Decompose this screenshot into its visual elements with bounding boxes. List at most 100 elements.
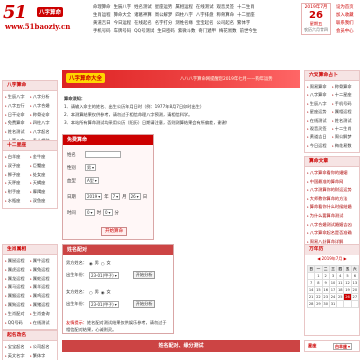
minute-select[interactable]: 0	[102, 209, 113, 216]
article-link[interactable]: 八字测算你的财运运势	[307, 186, 357, 195]
left-menu-item[interactable]: 在线测试	[30, 319, 55, 328]
right-menu-item[interactable]: 称骨算命	[332, 83, 357, 91]
left-menu-item[interactable]: QQ号码	[5, 319, 30, 328]
top-nav-link[interactable]: 紫微斗数	[178, 28, 196, 36]
calendar-day[interactable]: 27	[350, 293, 360, 301]
calendar-day[interactable]: 21	[306, 293, 316, 301]
right-menu-item[interactable]: 在线测试	[307, 117, 332, 125]
zodiac-select[interactable]: 白羊座	[333, 343, 353, 350]
top-nav-link[interactable]: 周公解梦	[155, 12, 173, 20]
calendar-day[interactable]: 10	[328, 279, 338, 287]
calendar-day[interactable]: 9	[321, 279, 330, 287]
left-menu-item[interactable]: 属猪运程	[30, 301, 55, 310]
right-menu-item[interactable]: 周易算命	[307, 83, 332, 91]
left-menu-item[interactable]: 双鱼座	[30, 197, 55, 206]
top-nav-link[interactable]: 在线测试	[196, 4, 214, 12]
top-nav-link[interactable]: 在线起名	[134, 20, 152, 28]
article-link[interactable]: 八字算命看你的婚姻	[307, 169, 357, 178]
female-radio-2[interactable]: ○	[89, 290, 93, 295]
left-menu-item[interactable]: 属虎运程	[5, 266, 30, 275]
right-menu-item[interactable]: 今日运程	[307, 142, 332, 150]
top-nav-link[interactable]: 今日运程	[114, 20, 132, 28]
name-input[interactable]	[85, 151, 121, 158]
calendar-day[interactable]: 22	[314, 293, 323, 301]
calendar-day[interactable]: 18	[336, 286, 345, 294]
left-menu-item[interactable]: 处女座	[30, 171, 55, 180]
left-menu-item[interactable]: 摩羯座	[30, 188, 55, 197]
left-menu-item[interactable]: 八字五行	[5, 102, 30, 111]
top-nav-link[interactable]: 黄道吉日	[93, 20, 111, 28]
left-menu-item[interactable]: 水瓶座	[5, 197, 30, 206]
right-menu-item[interactable]: 观音灵签	[307, 125, 332, 133]
top-nav-link[interactable]: 命理算命	[93, 4, 111, 12]
left-menu-item[interactable]: 属蛇运程	[30, 275, 55, 284]
left-menu-item[interactable]: 生辰八字	[5, 93, 30, 102]
month-select[interactable]: 7	[110, 193, 121, 200]
calendar-day[interactable]: 17	[328, 286, 338, 294]
blood-select[interactable]: A型	[85, 177, 99, 184]
left-menu-item[interactable]: 生肖查询	[30, 310, 55, 319]
left-menu-item[interactable]: 巨蟹座	[30, 162, 55, 171]
left-menu-item[interactable]: 属鸡运程	[30, 292, 55, 301]
calendar-day[interactable]: 11	[336, 279, 345, 287]
gender-select[interactable]: 男	[85, 164, 97, 171]
calendar-day[interactable]: 3	[328, 272, 338, 280]
female-year-select[interactable]: 23-01(甲子)	[88, 300, 119, 308]
left-menu-item[interactable]: 天蝎座	[30, 179, 55, 188]
left-menu-item[interactable]: 八字分析	[30, 93, 55, 102]
left-menu-item[interactable]: 属羊运程	[30, 283, 55, 292]
right-menu-item[interactable]: 手机号码	[332, 100, 357, 108]
calendar-day[interactable]: 14	[306, 286, 316, 294]
right-menu-item[interactable]: 黄道吉日	[307, 133, 332, 141]
left-menu-item[interactable]: 八字合婚	[30, 102, 55, 111]
left-menu-item[interactable]: 属马运程	[5, 283, 30, 292]
right-menu-item[interactable]: 十二生肖	[332, 125, 357, 133]
top-link[interactable]: 设为首页	[336, 4, 360, 12]
male-analyze-button[interactable]: 开始分析	[132, 271, 156, 279]
top-nav-link[interactable]: 名字打分	[155, 20, 173, 28]
left-menu-item[interactable]: 宝宝起名	[5, 343, 30, 352]
top-nav-link[interactable]: 手机号码	[93, 28, 111, 36]
left-menu-item[interactable]: 天秤座	[5, 179, 30, 188]
left-menu-item[interactable]: 属鼠运程	[5, 257, 30, 266]
female-radio-3[interactable]: ◉	[101, 290, 105, 295]
article-link[interactable]: 大师教你算命的方法	[307, 195, 357, 204]
top-nav-link[interactable]: 诸葛神算	[134, 12, 152, 20]
right-menu-item[interactable]: 周公解梦	[332, 133, 357, 141]
top-nav-link[interactable]: 测姓名缘	[175, 20, 193, 28]
calendar-day[interactable]: 30	[321, 300, 330, 308]
calendar-day[interactable]: 12	[343, 279, 352, 287]
top-nav-link[interactable]: 宝宝起名	[196, 20, 214, 28]
right-menu-item[interactable]: 生辰八字	[307, 100, 332, 108]
top-link[interactable]: 会员中心	[336, 28, 360, 36]
top-nav-link[interactable]: 四柱八字	[175, 12, 193, 20]
article-link[interactable]: 八字算命起名是否准确	[307, 229, 357, 238]
calendar-day[interactable]: 25	[336, 293, 345, 301]
right-menu-item[interactable]: 十二星座	[332, 91, 357, 99]
left-menu-item[interactable]: 属兔运程	[30, 266, 55, 275]
site-logo[interactable]: 51 八字算命 www.51baoziy.cn	[3, 2, 85, 32]
calendar-day[interactable]: 2	[321, 272, 330, 280]
calendar-day[interactable]: 29	[314, 300, 323, 308]
hour-select[interactable]: 0	[85, 209, 95, 216]
calendar-nav[interactable]: ◀ 2019年7月 ▶	[305, 255, 359, 263]
left-menu-item[interactable]: 姓名测试	[5, 128, 30, 137]
calendar-day[interactable]: 4	[336, 272, 345, 280]
article-link[interactable]: 算命看你什么时候结婚	[307, 203, 357, 212]
top-nav-link[interactable]: 十二星座	[237, 12, 255, 20]
right-menu-item[interactable]: 梅花易数	[332, 142, 357, 150]
right-menu-item[interactable]: 姓名测试	[332, 117, 357, 125]
calendar-day[interactable]: 31	[328, 300, 338, 308]
calendar-day[interactable]: 26	[343, 293, 352, 301]
chevron-left-icon[interactable]: ◀	[317, 256, 320, 261]
left-menu-item[interactable]: 繁体字	[30, 352, 55, 360]
top-nav-link[interactable]: 称骨算命	[216, 12, 234, 20]
top-nav-link[interactable]: 算命大全	[114, 12, 132, 20]
calendar-day[interactable]: 28	[306, 300, 316, 308]
male-year-select[interactable]: 23-01(甲子)	[88, 271, 119, 279]
top-link[interactable]: 联系我们	[336, 20, 360, 28]
left-menu-item[interactable]: 属狗运程	[5, 301, 30, 310]
chevron-right-icon[interactable]: ▶	[344, 256, 347, 261]
left-menu-item[interactable]: 射手座	[5, 188, 30, 197]
start-fortune-button[interactable]: 开始算命	[101, 227, 127, 236]
